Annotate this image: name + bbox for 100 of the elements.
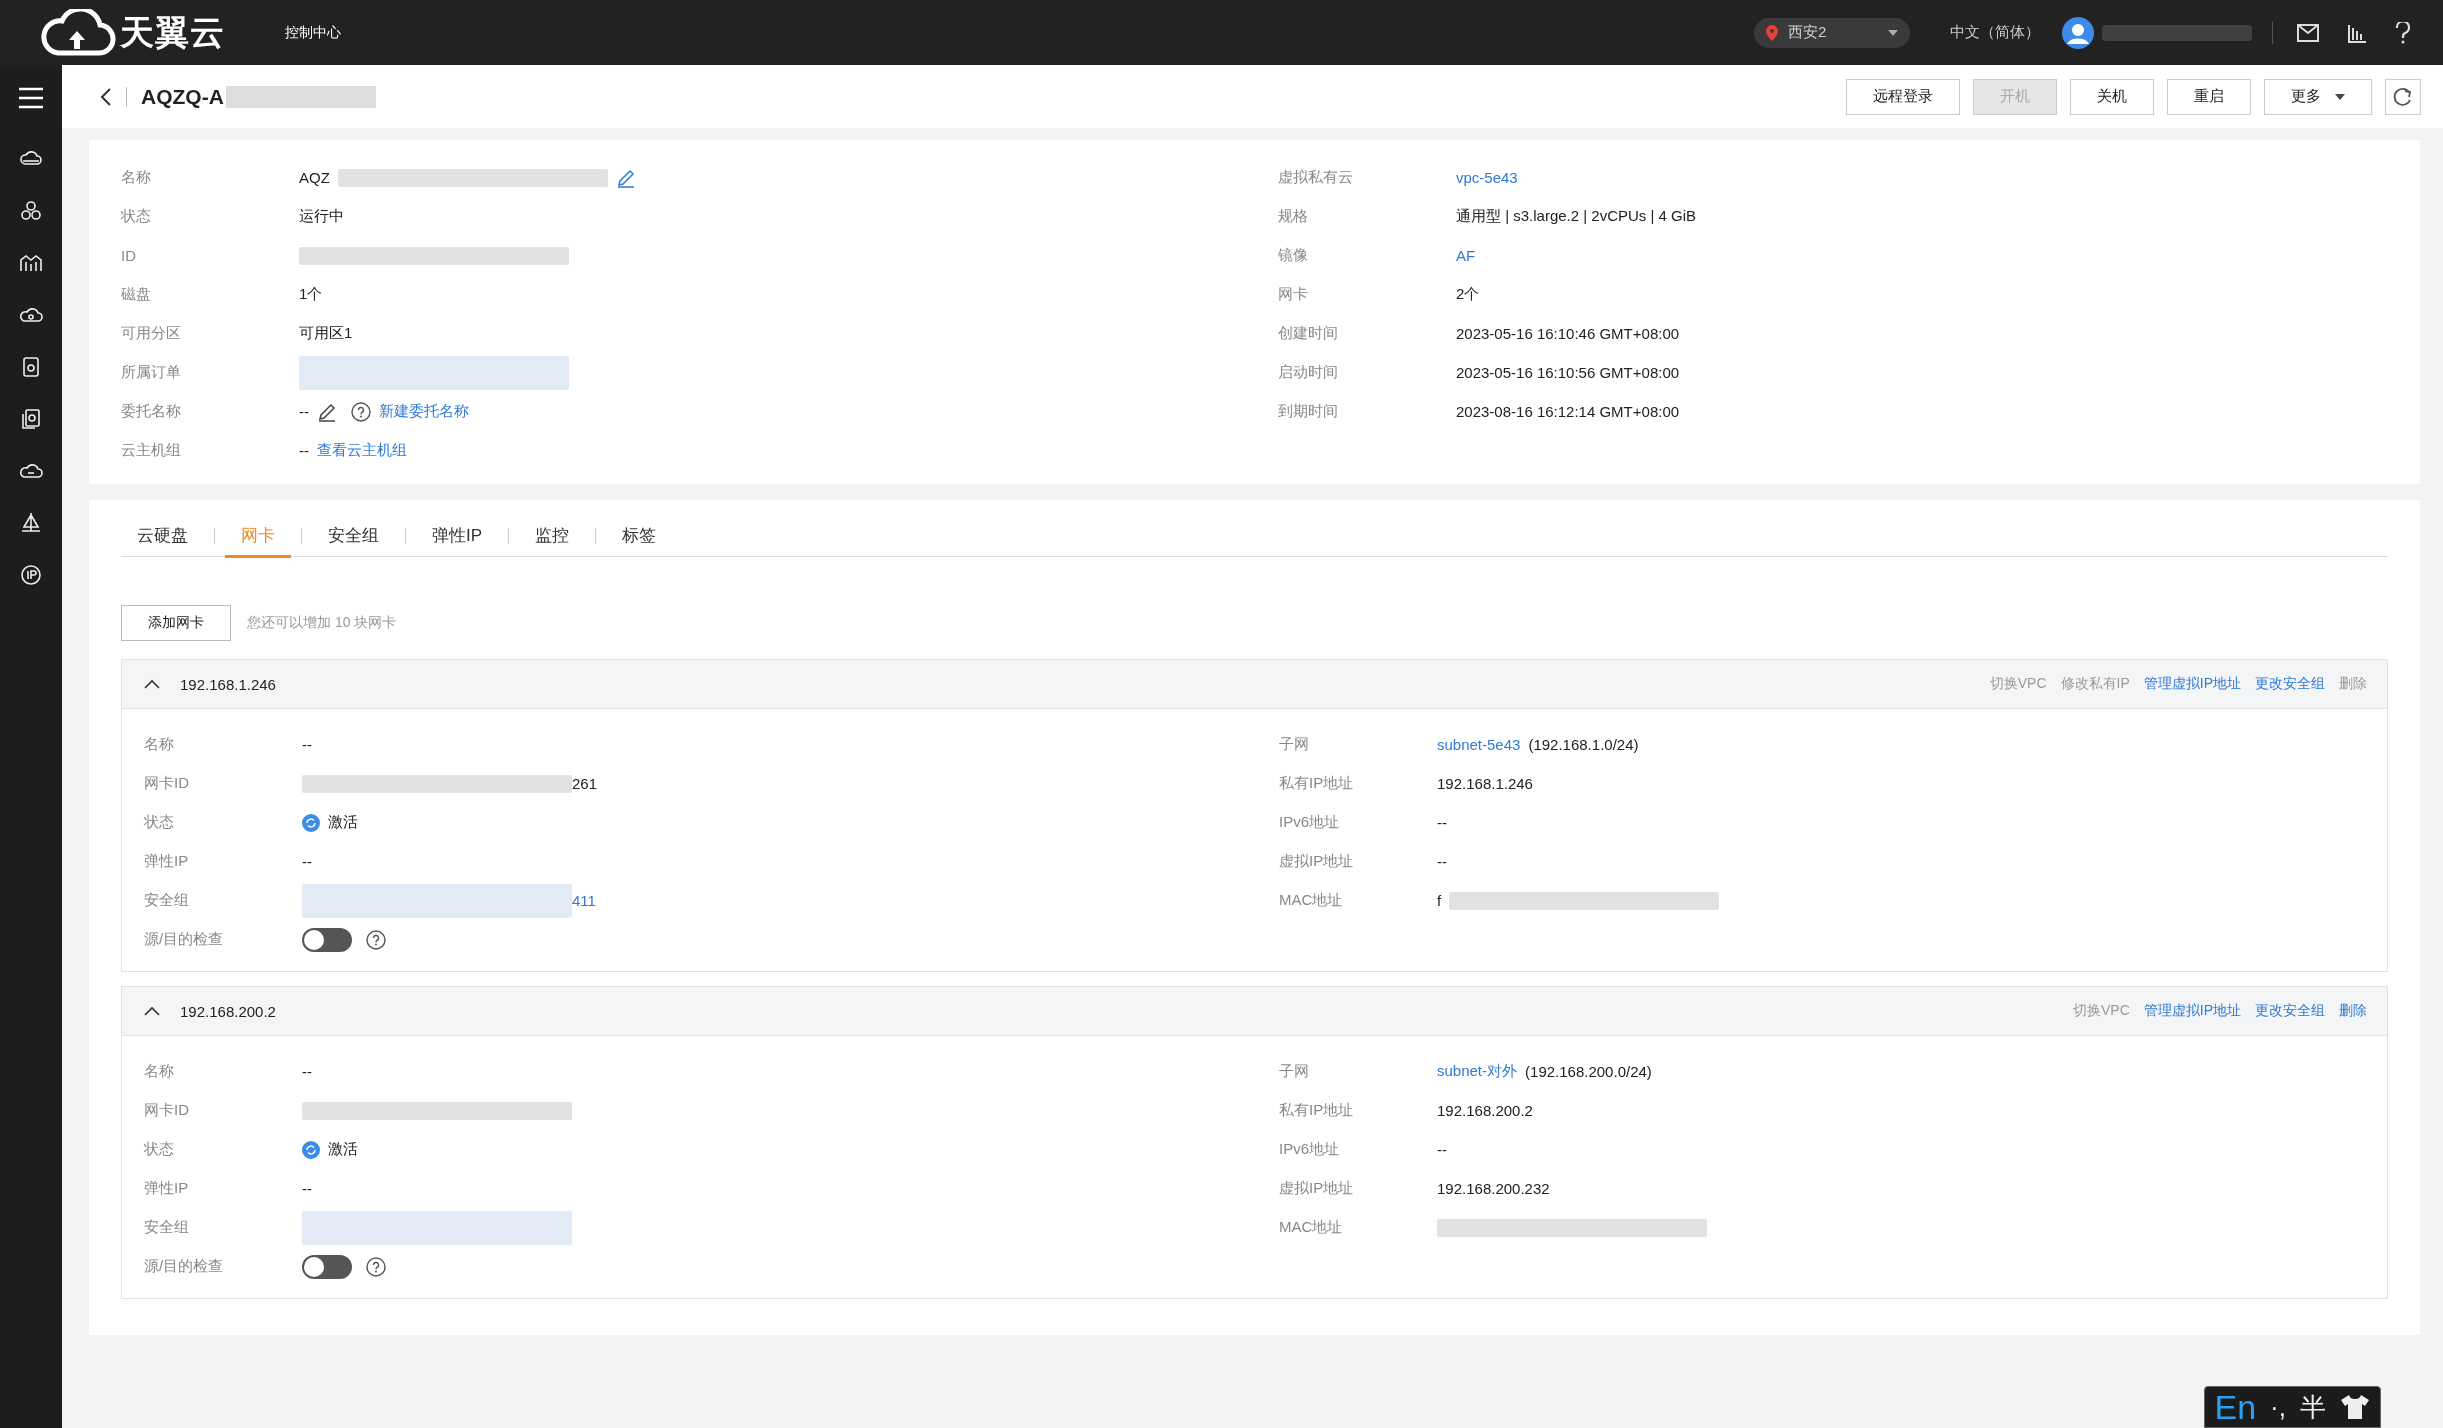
field-value: --	[1437, 853, 1447, 870]
language-select[interactable]: 中文（简体）	[1950, 23, 2040, 42]
field-label: 状态	[144, 1140, 175, 1159]
action-button[interactable]: 重启	[2167, 78, 2251, 115]
field-label: 状态	[121, 207, 152, 226]
action-link[interactable]: 更改安全组	[2255, 1002, 2325, 1020]
action-link[interactable]: 更改安全组	[2255, 675, 2325, 693]
shirt-icon[interactable]	[2340, 1394, 2370, 1420]
tab[interactable]: 弹性IP	[416, 516, 499, 558]
field-label: MAC地址	[1279, 1218, 1344, 1237]
field-label: IPv6地址	[1279, 1140, 1340, 1159]
field-label: 私有IP地址	[1279, 1101, 1355, 1120]
link[interactable]: subnet-5e43	[1437, 736, 1521, 753]
tab[interactable]: 网卡	[225, 516, 291, 558]
field-value: --	[302, 1180, 312, 1197]
field-value: AQZ	[299, 169, 330, 186]
action-button[interactable]: 关机	[2070, 78, 2154, 115]
field-label: 规格	[1278, 207, 1309, 226]
tab[interactable]: 云硬盘	[121, 516, 204, 558]
help-icon[interactable]	[2395, 21, 2411, 44]
sailboat-icon[interactable]	[19, 511, 43, 535]
tab[interactable]: 安全组	[312, 516, 395, 558]
field-label: IPv6地址	[1279, 813, 1340, 832]
chevron-icon[interactable]	[144, 679, 160, 689]
field-label: 源/目的检查	[144, 930, 225, 949]
edit-icon[interactable]	[317, 401, 337, 422]
ip-badge-icon[interactable]	[19, 563, 43, 587]
circles-icon[interactable]	[19, 199, 43, 223]
help-icon[interactable]	[366, 1256, 386, 1277]
field-label: 云主机组	[121, 441, 182, 460]
action-link[interactable]: 删除	[2339, 1002, 2367, 1020]
field-label: 名称	[144, 735, 175, 754]
field-label: MAC地址	[1279, 891, 1344, 910]
toggle-switch[interactable]	[302, 1254, 352, 1279]
field-label: 子网	[1279, 1062, 1310, 1081]
field-label: 弹性IP	[144, 852, 190, 871]
tab[interactable]: 标签	[606, 516, 673, 558]
link[interactable]: vpc-5e43	[1456, 169, 1518, 186]
field-label: 可用分区	[121, 324, 182, 343]
instance-title: AQZQ-A	[141, 84, 224, 109]
add-nic-button[interactable]: 添加网卡	[121, 605, 231, 641]
field-label: 网卡	[1278, 285, 1309, 304]
help-icon[interactable]	[351, 401, 371, 422]
menu-icon[interactable]	[18, 87, 44, 109]
field-label: 创建时间	[1278, 324, 1339, 343]
field-value: 运行中	[299, 207, 344, 226]
link[interactable]: 411	[572, 892, 596, 909]
ime-width[interactable]: 半	[2300, 1389, 2326, 1425]
documents-icon[interactable]	[19, 407, 43, 431]
field-value: 激活	[328, 1140, 358, 1159]
field-value: 2023-05-16 16:10:56 GMT+08:00	[1456, 364, 1680, 381]
caret-icon	[2335, 93, 2345, 100]
more-dropdown-button[interactable]: 更多	[2264, 78, 2372, 115]
chevron-icon[interactable]	[144, 1006, 160, 1016]
field-value: 可用区1	[299, 324, 353, 343]
toggle-switch[interactable]	[302, 927, 352, 952]
nic-ip: 192.168.200.2	[180, 1002, 276, 1020]
console-link[interactable]: 控制中心	[285, 23, 341, 42]
avatar-icon[interactable]	[2062, 16, 2094, 49]
location-pin-icon	[1766, 24, 1778, 41]
field-value: f	[1437, 892, 1442, 909]
region-select[interactable]: 西安2	[1754, 17, 1910, 48]
field-value: 192.168.1.246	[1437, 775, 1533, 792]
field-label: 虚拟IP地址	[1279, 852, 1355, 871]
field-label: 所属订单	[121, 363, 182, 382]
ime-mode[interactable]: En	[2214, 1387, 2257, 1427]
link[interactable]: 查看云主机组	[317, 441, 407, 460]
link[interactable]: subnet-对外	[1437, 1062, 1518, 1081]
link[interactable]: AF	[1456, 247, 1476, 264]
action-button[interactable]: 远程登录	[1846, 78, 1960, 115]
bar-chart-icon[interactable]	[2347, 22, 2367, 43]
action-link[interactable]: 管理虚拟IP地址	[2143, 1002, 2241, 1020]
field-value: (192.168.200.0/24)	[1525, 1063, 1652, 1080]
mail-icon[interactable]	[2297, 23, 2319, 42]
field-value: --	[302, 853, 312, 870]
field-label: 网卡ID	[144, 774, 190, 793]
field-value: 2023-08-16 16:12:14 GMT+08:00	[1456, 403, 1680, 420]
ime-punctuation[interactable]: ·,	[2270, 1391, 2286, 1423]
field-label: 镜像	[1278, 246, 1309, 265]
field-value: 1个	[299, 285, 323, 304]
field-label: 虚拟私有云	[1278, 168, 1354, 187]
back-icon[interactable]	[100, 87, 112, 106]
field-value: --	[1437, 814, 1447, 831]
field-value: --	[302, 1063, 312, 1080]
field-label: ID	[121, 247, 137, 264]
link[interactable]: 新建委托名称	[379, 402, 469, 421]
field-value: --	[1437, 1141, 1447, 1158]
field-label: 名称	[121, 168, 152, 187]
field-label: 子网	[1279, 735, 1310, 754]
field-label: 虚拟IP地址	[1279, 1179, 1355, 1198]
tab[interactable]: 监控	[519, 516, 586, 558]
help-icon[interactable]	[366, 929, 386, 950]
field-value: 2023-05-16 16:10:46 GMT+08:00	[1456, 325, 1680, 342]
field-value: (192.168.1.0/24)	[1528, 736, 1639, 753]
edit-icon[interactable]	[615, 167, 636, 188]
field-label: 源/目的检查	[144, 1257, 225, 1276]
action-link[interactable]: 管理虚拟IP地址	[2143, 675, 2241, 693]
refresh-button[interactable]	[2385, 78, 2421, 115]
brand-name: 天翼云	[120, 11, 225, 53]
status-icon	[302, 1140, 320, 1159]
